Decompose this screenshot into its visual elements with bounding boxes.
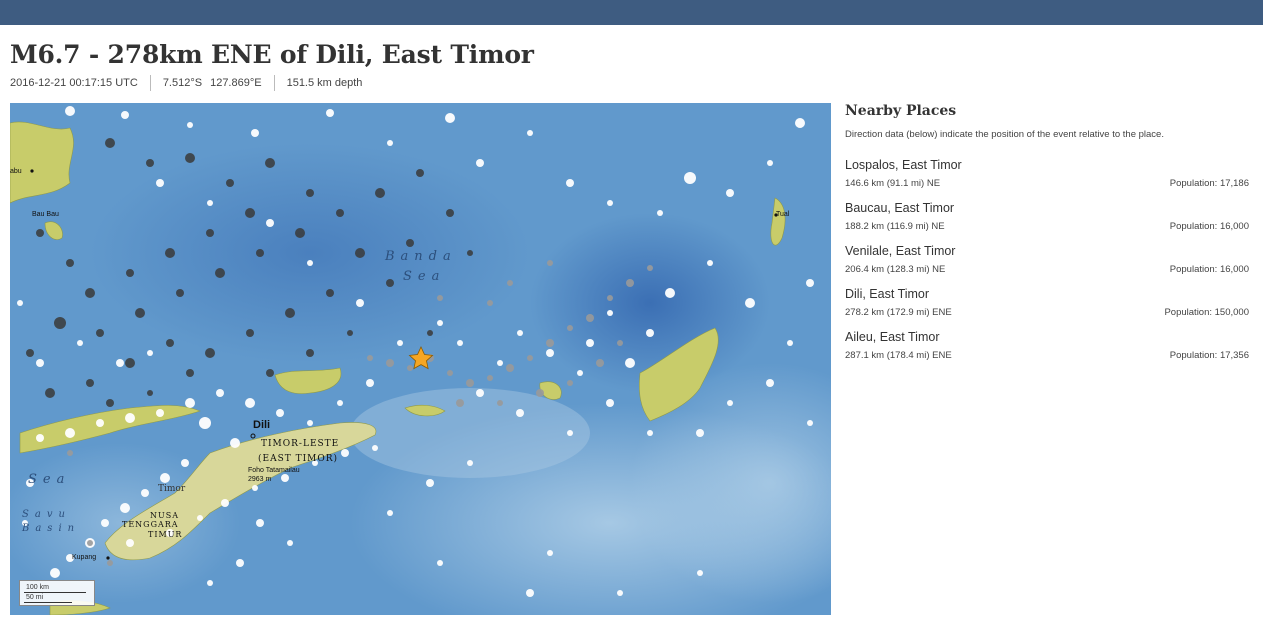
map-view[interactable]: abu Bau Bau Tual Kupang Banda Sea Sea Sa… bbox=[10, 103, 831, 615]
map-label-kupang: Kupang bbox=[72, 554, 96, 561]
nearby-place-item[interactable]: Lospalos, East Timor 146.6 km (91.1 mi) … bbox=[845, 158, 1249, 198]
nearby-place-item[interactable]: Dili, East Timor 278.2 km (172.9 mi) ENE… bbox=[845, 287, 1249, 327]
map-canvas[interactable]: abu Bau Bau Tual Kupang Banda Sea Sea Sa… bbox=[10, 103, 831, 615]
map-label-timur: TIMUR bbox=[148, 530, 182, 539]
event-meta: 2016-12-21 00:17:15 UTC 7.512°S 127.869°… bbox=[10, 75, 363, 91]
page-title: M6.7 - 278km ENE of Dili, East Timor bbox=[10, 40, 534, 69]
event-longitude: 127.869°E bbox=[210, 77, 262, 89]
map-label-timor: Timor bbox=[158, 484, 186, 494]
map-label-sea: Sea bbox=[403, 269, 445, 284]
place-population: Population: 150,000 bbox=[1164, 307, 1249, 318]
map-label-peak-height: 2963 m bbox=[248, 476, 272, 483]
place-population: Population: 17,356 bbox=[1169, 350, 1249, 361]
place-population: Population: 16,000 bbox=[1169, 264, 1249, 275]
place-distance: 188.2 km (116.9 mi) NE bbox=[845, 221, 945, 232]
place-name: Venilale, East Timor bbox=[845, 244, 956, 258]
event-depth: 151.5 km depth bbox=[286, 77, 363, 89]
event-time: 2016-12-21 00:17:15 UTC bbox=[10, 77, 138, 89]
place-population: Population: 16,000 bbox=[1169, 221, 1249, 232]
map-label-tual: Tual bbox=[776, 211, 790, 218]
place-name: Baucau, East Timor bbox=[845, 201, 955, 215]
nearby-place-item[interactable]: Venilale, East Timor 206.4 km (128.3 mi)… bbox=[845, 244, 1249, 284]
nearby-place-item[interactable]: Aileu, East Timor 287.1 km (178.4 mi) EN… bbox=[845, 330, 1249, 370]
place-name: Lospalos, East Timor bbox=[845, 158, 962, 172]
map-label-peak: Foho Tatamailau bbox=[248, 467, 300, 474]
nearby-places-title: Nearby Places bbox=[845, 103, 957, 119]
map-scale-bar: 100 km 50 mi bbox=[19, 580, 95, 606]
map-label-basin: Basin bbox=[21, 523, 80, 534]
meta-divider bbox=[273, 75, 275, 91]
top-navigation-bar bbox=[0, 0, 1263, 25]
map-label-timor-leste: TIMOR-LESTE bbox=[261, 439, 339, 449]
map-label-dili: Dili bbox=[253, 419, 270, 431]
place-name: Aileu, East Timor bbox=[845, 330, 940, 344]
map-label-baubau: Bau Bau bbox=[32, 211, 59, 218]
map-label-savu: Savu bbox=[22, 509, 71, 520]
map-label-sea-left: Sea bbox=[28, 472, 70, 487]
nearby-places-description: Direction data (below) indicate the posi… bbox=[845, 129, 1164, 140]
place-population: Population: 17,186 bbox=[1169, 178, 1249, 189]
place-distance: 278.2 km (172.9 mi) ENE bbox=[845, 307, 952, 318]
place-distance: 287.1 km (178.4 mi) ENE bbox=[845, 350, 952, 361]
scale-mi-label: 50 mi bbox=[26, 594, 44, 601]
scale-km-label: 100 km bbox=[26, 584, 49, 591]
map-label-banda: Banda bbox=[384, 249, 457, 264]
map-label-nusa: NUSA bbox=[150, 511, 179, 520]
place-distance: 206.4 km (128.3 mi) NE bbox=[845, 264, 946, 275]
place-distance: 146.6 km (91.1 mi) NE bbox=[845, 178, 941, 189]
nearby-place-item[interactable]: Baucau, East Timor 188.2 km (116.9 mi) N… bbox=[845, 201, 1249, 241]
meta-divider bbox=[149, 75, 151, 91]
place-name: Dili, East Timor bbox=[845, 287, 930, 301]
event-latitude: 7.512°S bbox=[162, 77, 203, 89]
map-label-tenggara: TENGGARA bbox=[122, 520, 179, 529]
map-label-east-timor: (EAST TIMOR) bbox=[258, 453, 338, 464]
map-label-abu: abu bbox=[10, 168, 22, 175]
